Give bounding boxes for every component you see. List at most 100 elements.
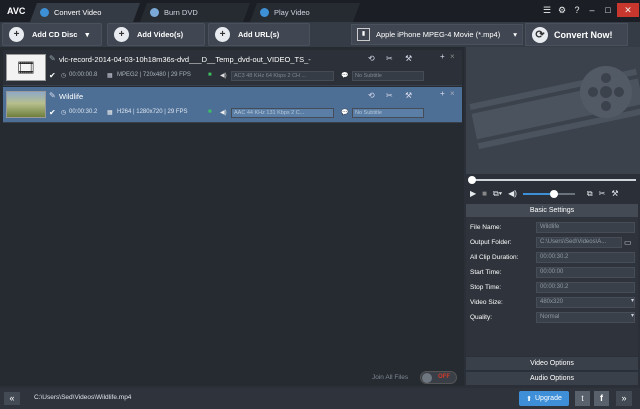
file-name-field[interactable]: Wildlife: [536, 222, 635, 233]
video-size-select[interactable]: 480x320: [536, 297, 635, 308]
audio-track-icon: ■: [208, 72, 212, 78]
stop-time-field[interactable]: 00:00:30.2: [536, 282, 635, 293]
expand-button[interactable]: »: [616, 391, 632, 406]
snapshot-icon[interactable]: ⧉▾: [493, 189, 502, 199]
output-folder-field[interactable]: C:\Users\Sed\Videos\A...: [536, 237, 622, 248]
subtitle-select[interactable]: No Subtitle: [352, 108, 424, 118]
chevron-down-icon: ▾: [630, 313, 634, 319]
output-path: C:\Users\Sed\Videos\Wildlife.mp4: [34, 394, 132, 401]
setting-label: Quality:: [470, 314, 493, 321]
clock-icon: ◷: [61, 73, 67, 79]
speaker-icon: ◀): [220, 110, 227, 116]
upgrade-button[interactable]: ⬆ Upgrade: [519, 391, 569, 406]
menu-icon[interactable]: ☰: [540, 3, 554, 17]
tab-burn-dvd[interactable]: Burn DVD: [140, 3, 250, 22]
setting-output-folder: Output Folder: C:\Users\Sed\Videos\A... …: [466, 235, 638, 250]
volume-knob[interactable]: [550, 189, 559, 198]
seek-bar[interactable]: [466, 174, 640, 185]
close-button[interactable]: ✕: [617, 3, 639, 17]
twitter-icon[interactable]: t: [575, 391, 590, 406]
maximize-button[interactable]: □: [601, 3, 615, 17]
refresh-icon[interactable]: ⟲: [368, 54, 375, 63]
basic-settings-header[interactable]: Basic Settings: [466, 204, 638, 217]
video-preview: [466, 47, 640, 174]
convert-label: Convert Now!: [554, 29, 613, 40]
settings-panel: File Name: Wildlife Output Folder: C:\Us…: [466, 217, 638, 357]
toggle-knob: [422, 373, 432, 383]
file-codec: H264 | 1280x720 | 29 FPS: [117, 109, 188, 115]
folder-icon[interactable]: ▭: [624, 238, 632, 247]
subtitle-icon: 💬: [341, 73, 349, 79]
video-plus-icon: +: [114, 27, 129, 42]
refresh-icon[interactable]: ⟲: [368, 91, 375, 100]
audio-options-button[interactable]: Audio Options: [466, 371, 638, 385]
volume-slider[interactable]: [522, 189, 575, 198]
file-row-selected[interactable]: ✎ Wildlife ✔ ◷ 00:00:30.2 ▦ H264 | 1280x…: [3, 87, 462, 123]
chevron-down-icon: ▾: [85, 30, 90, 39]
toolbar: + Add CD Disc ▾ + Add Video(s) + Add URL…: [0, 22, 640, 47]
setting-label: Video Size:: [470, 299, 503, 306]
tools-icon[interactable]: ⚒: [611, 189, 618, 198]
help-button[interactable]: ?: [570, 3, 584, 17]
file-checkbox[interactable]: ✔: [49, 108, 56, 117]
edit-icon[interactable]: ✎: [49, 91, 56, 100]
start-time-field[interactable]: 00:00:00: [536, 267, 635, 278]
chevron-down-icon: ▾: [513, 30, 517, 39]
remove-icon[interactable]: ×: [450, 52, 455, 61]
add-icon[interactable]: +: [440, 52, 445, 61]
seek-track: [470, 179, 636, 181]
crop-icon[interactable]: ⧉: [587, 189, 593, 199]
phone-icon: ▮: [357, 28, 370, 41]
collapse-button[interactable]: «: [4, 392, 20, 405]
tab-play-video[interactable]: Play Video: [250, 3, 360, 22]
audio-track-icon: ■: [208, 109, 212, 115]
file-checkbox[interactable]: ✔: [49, 71, 56, 80]
stop-icon[interactable]: ■: [482, 189, 487, 198]
cd-plus-icon: +: [9, 27, 24, 42]
profile-dropdown[interactable]: ▮ Apple iPhone MPEG-4 Movie (*.mp4) ▾: [351, 24, 523, 45]
add-video-label: Add Video(s): [137, 30, 184, 39]
app-logo: AVC: [7, 6, 26, 16]
volume-icon[interactable]: ◀): [508, 189, 517, 198]
setting-clip-duration: All Clip Duration: 00:00:30.2: [466, 250, 638, 265]
quality-select[interactable]: Normal: [536, 312, 635, 323]
setting-label: File Name:: [470, 224, 502, 231]
cut-icon[interactable]: ✂: [386, 54, 393, 63]
edit-icon[interactable]: ✎: [49, 54, 56, 63]
tab-convert-video[interactable]: Convert Video: [30, 3, 140, 22]
toggle-state: OFF: [438, 374, 450, 380]
convert-now-button[interactable]: ⟳ Convert Now!: [525, 23, 628, 46]
subtitle-icon: 💬: [341, 110, 349, 116]
minimize-button[interactable]: –: [585, 3, 599, 17]
audio-track-select[interactable]: AAC 44 KHz 131 Kbps 2 C...: [231, 108, 334, 118]
disc-icon: [150, 8, 159, 17]
add-icon[interactable]: +: [440, 89, 445, 98]
tools-icon[interactable]: ⚒: [405, 54, 412, 63]
play-icon: [260, 8, 269, 17]
add-url-button[interactable]: + Add URL(s): [208, 23, 310, 46]
file-duration: 00:00:30.2: [69, 109, 98, 115]
cut-icon[interactable]: ✂: [599, 189, 606, 198]
facebook-icon[interactable]: f: [594, 391, 609, 406]
play-icon[interactable]: ▶: [470, 189, 476, 198]
file-row[interactable]: 🎞 ✎ vlc-record-2014-04-03-10h18m36s-dvd_…: [3, 50, 462, 86]
remove-icon[interactable]: ×: [450, 89, 455, 98]
video-options-button[interactable]: Video Options: [466, 356, 638, 370]
add-video-button[interactable]: + Add Video(s): [107, 23, 205, 46]
video-thumbnail: [6, 91, 46, 118]
setting-label: Stop Time:: [470, 284, 502, 291]
chevron-down-icon: ▾: [630, 298, 634, 304]
setting-file-name: File Name: Wildlife: [466, 220, 638, 235]
tools-icon[interactable]: ⚒: [405, 91, 412, 100]
gear-icon[interactable]: ⚙: [555, 3, 569, 17]
setting-label: Output Folder:: [470, 239, 512, 246]
cut-icon[interactable]: ✂: [386, 91, 393, 100]
add-cd-button[interactable]: + Add CD Disc ▾: [2, 23, 102, 46]
seek-knob[interactable]: [468, 176, 476, 184]
join-toggle[interactable]: OFF: [420, 371, 457, 384]
audio-track-select[interactable]: AC3 48 KHz 64 Kbps 2 CH ...: [231, 71, 334, 81]
clock-icon: ◷: [61, 110, 67, 116]
setting-start-time: Start Time: 00:00:00: [466, 265, 638, 280]
subtitle-select[interactable]: No Subtitle: [352, 71, 424, 81]
tab-label: Burn DVD: [164, 8, 198, 17]
